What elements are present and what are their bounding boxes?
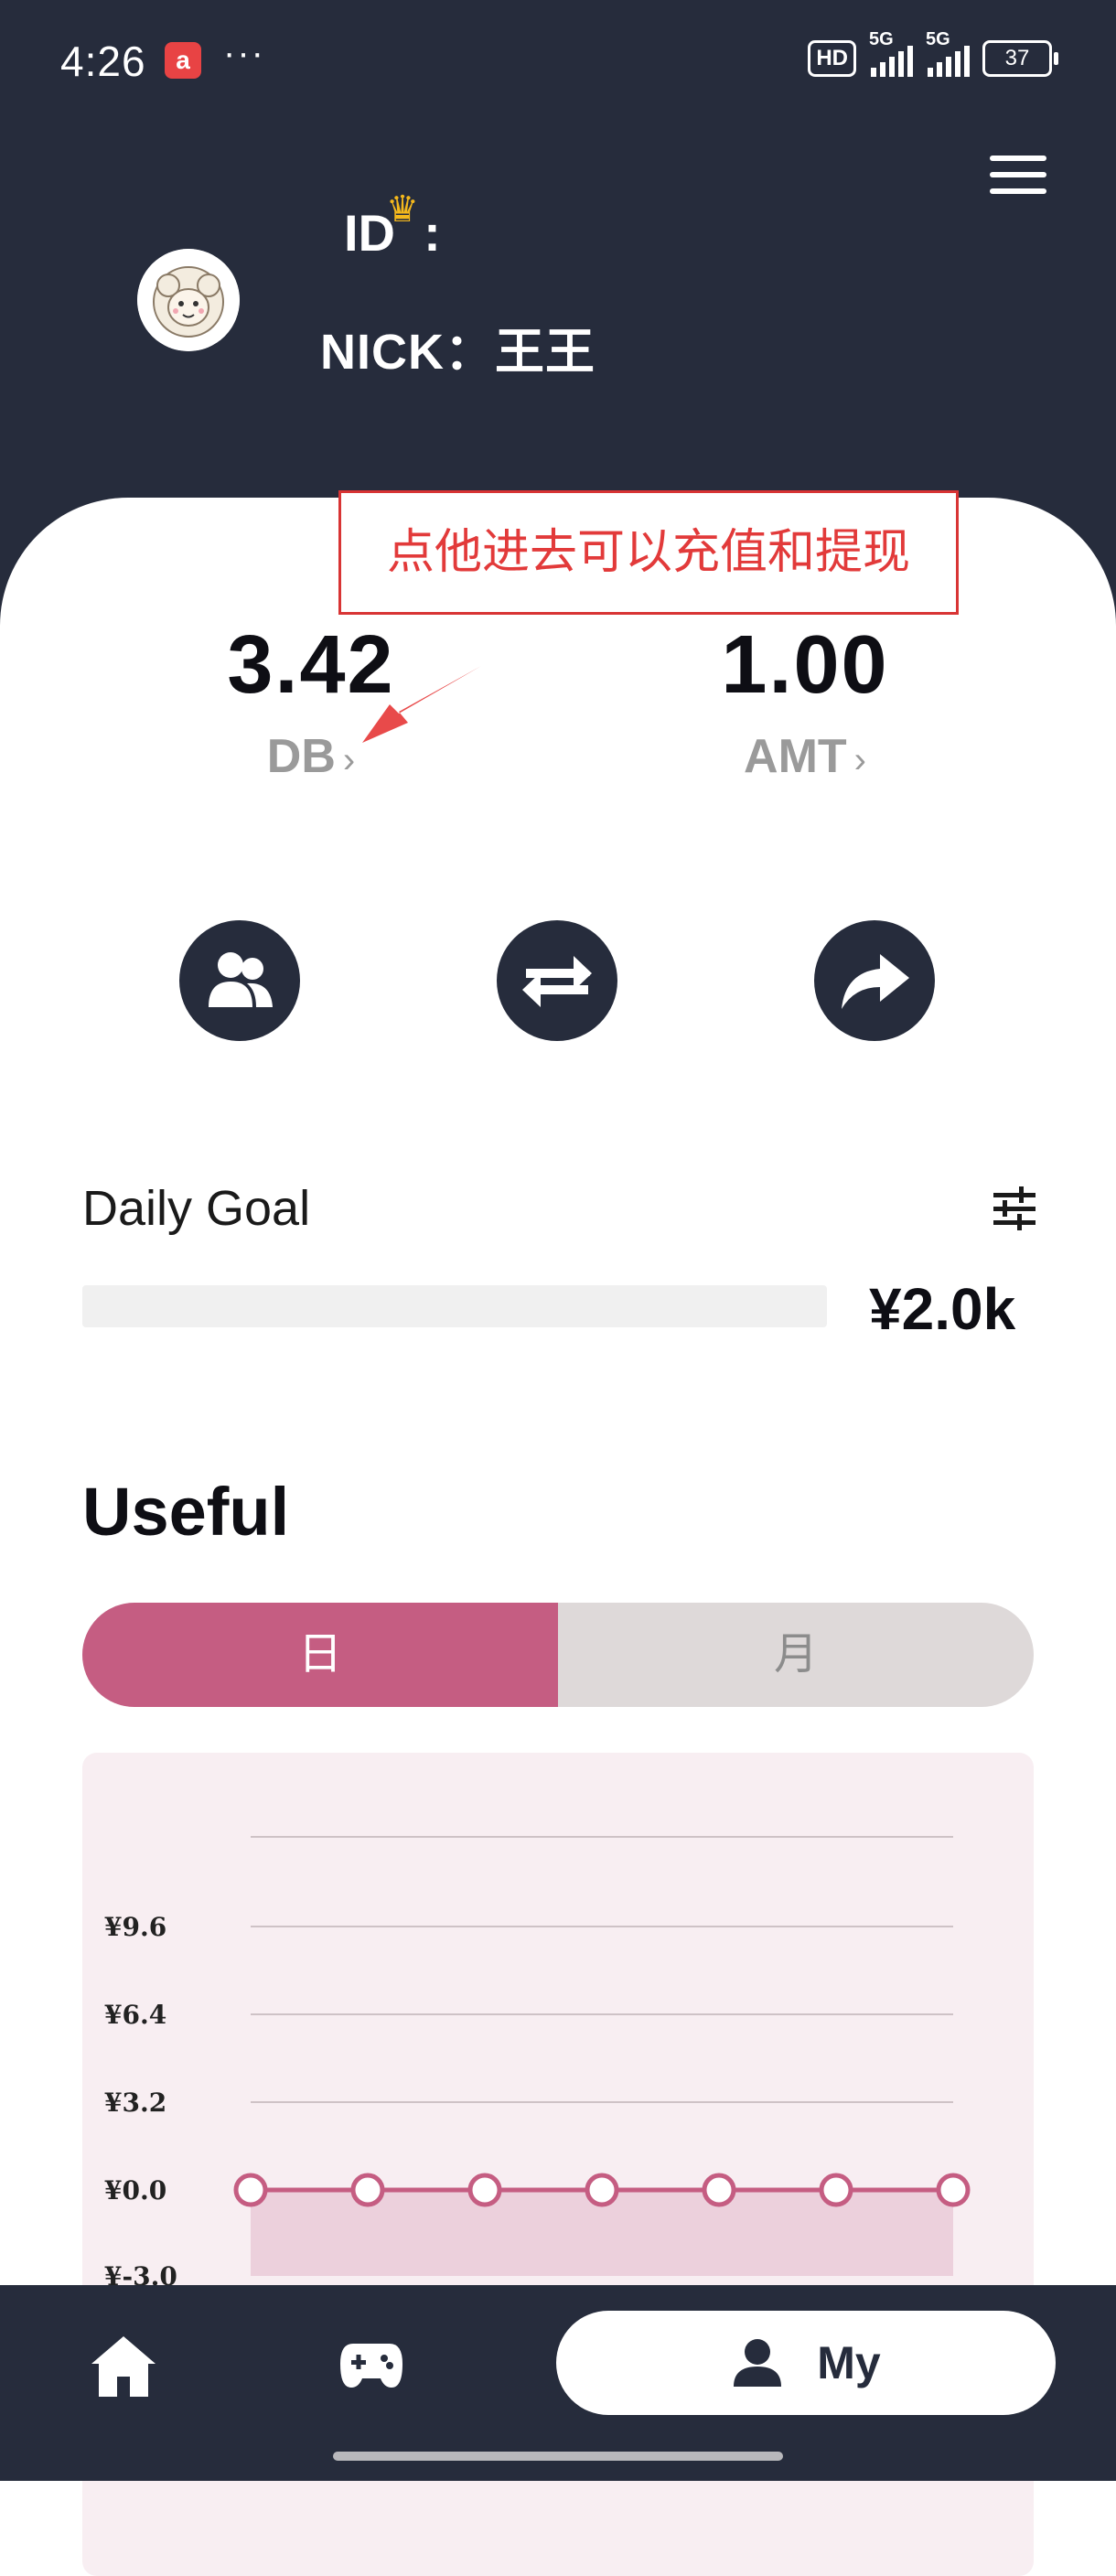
status-icons: HD 5G 5G 37 xyxy=(808,29,1058,77)
gamepad-icon xyxy=(340,2344,402,2388)
status-time: 4:26 xyxy=(60,38,146,85)
balance-db-value: 3.42 xyxy=(227,619,395,711)
user-nickname: NICK：王王 xyxy=(320,325,596,380)
signal-icon: 5G xyxy=(869,29,913,77)
crown-icon: ♛ xyxy=(386,189,419,230)
chart-ytick-label: ¥0.0 xyxy=(104,2175,166,2206)
tab-month[interactable]: 月 xyxy=(558,1603,1034,1707)
nav-my-label: My xyxy=(817,2337,881,2388)
exchange-icon xyxy=(522,956,592,1007)
home-icon xyxy=(91,2336,156,2397)
battery-icon: 37 xyxy=(982,40,1058,77)
annotation-box: 点他进去可以充值和提现 xyxy=(338,490,959,615)
balance-amt-value: 1.00 xyxy=(721,619,889,711)
balance-amt[interactable]: 1.00 AMT › xyxy=(622,618,988,784)
app-notification-icon: a xyxy=(165,42,201,79)
status-bar: 4:26 a ··· HD 5G 5G 37 xyxy=(0,29,1116,91)
tab-day[interactable]: 日 xyxy=(82,1603,558,1707)
chart-ytick-label: ¥9.6 xyxy=(104,1912,166,1942)
settings-sliders-icon[interactable] xyxy=(992,1186,1037,1231)
daily-goal-progress xyxy=(82,1285,827,1327)
period-toggle: 日 月 xyxy=(82,1603,1034,1707)
share-icon xyxy=(842,954,909,1009)
team-icon xyxy=(209,952,273,1007)
more-notifications-icon: ··· xyxy=(223,33,265,73)
useful-title: Useful xyxy=(82,1474,290,1550)
daily-goal-amount: ¥2.0k xyxy=(869,1276,1016,1342)
nav-games[interactable] xyxy=(338,2336,404,2396)
person-icon xyxy=(734,2339,782,2387)
daily-goal-title: Daily Goal xyxy=(82,1181,311,1236)
team-button[interactable] xyxy=(179,920,300,1041)
chart-point xyxy=(936,2173,971,2207)
chart-point xyxy=(467,2173,502,2207)
chart-ytick-label: ¥3.2 xyxy=(104,2088,166,2118)
system-home-indicator[interactable] xyxy=(333,2452,783,2461)
balance-amt-label[interactable]: AMT › xyxy=(622,729,988,784)
share-button[interactable] xyxy=(814,920,935,1041)
nav-my[interactable]: My xyxy=(556,2311,1056,2415)
sheep-avatar-icon xyxy=(137,249,240,351)
balance-db-label[interactable]: DB › xyxy=(128,729,494,784)
chevron-right-icon: › xyxy=(853,740,866,780)
hd-icon: HD xyxy=(808,40,856,77)
avatar[interactable] xyxy=(137,249,240,351)
chevron-right-icon: › xyxy=(342,740,356,780)
balance-db[interactable]: 3.42 DB › xyxy=(128,618,494,784)
chart-point xyxy=(233,2173,268,2207)
chart-point xyxy=(585,2173,619,2207)
chart-ytick-label: ¥6.4 xyxy=(104,2000,166,2030)
signal-icon-2: 5G xyxy=(926,29,970,77)
chart-point xyxy=(350,2173,385,2207)
menu-icon[interactable] xyxy=(990,156,1046,196)
nav-home[interactable] xyxy=(90,2333,157,2403)
exchange-button[interactable] xyxy=(497,920,617,1041)
chart-point xyxy=(819,2173,853,2207)
chart-point xyxy=(702,2173,736,2207)
